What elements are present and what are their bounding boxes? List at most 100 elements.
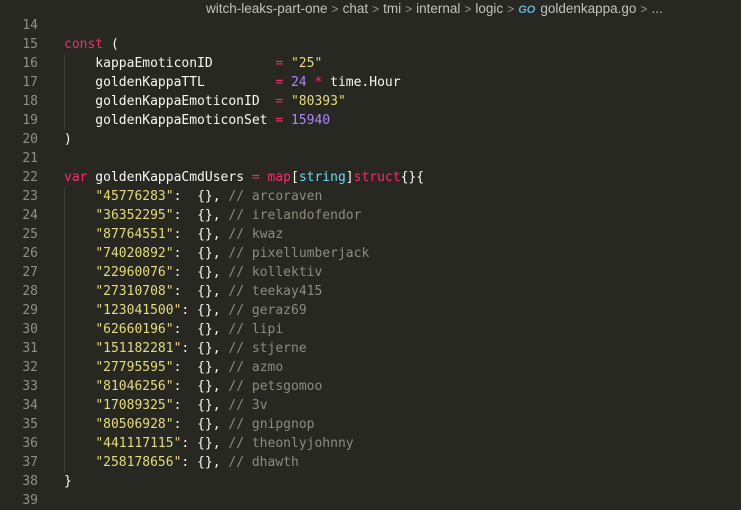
line-number: 35 [22, 417, 38, 432]
line-number: 30 [22, 322, 38, 337]
code-line[interactable]: 37 "258178656": {}, // dhawth [0, 453, 741, 472]
code-line[interactable]: 36 "441117115": {}, // theonlyjohnny [0, 434, 741, 453]
code-line[interactable]: 31 "151182281": {}, // stjerne [0, 339, 741, 358]
code-token: : {}, [173, 417, 229, 432]
code-text: "17089325": {}, // 3v [64, 396, 268, 415]
code-line[interactable]: 25 "87764551": {}, // kwaz [0, 225, 741, 244]
code-token: // 3v [228, 398, 268, 413]
code-line[interactable]: 21 [0, 149, 741, 168]
code-text: const ( [64, 35, 119, 54]
code-token: : {}, [173, 265, 229, 280]
line-number: 18 [22, 94, 38, 109]
line-number: 29 [22, 303, 38, 318]
code-text: "27795595": {}, // azmo [64, 358, 283, 377]
code-text: "258178656": {}, // dhawth [64, 453, 299, 472]
code-token: : {}, [173, 284, 229, 299]
code-line[interactable]: 20) [0, 130, 741, 149]
code-text: "81046256": {}, // petsgomoo [64, 377, 322, 396]
code-line[interactable]: 22 var goldenKappaCmdUsers = map[string]s… [0, 168, 741, 187]
code-line[interactable]: 39 [0, 491, 741, 510]
line-number: 22 [22, 170, 38, 185]
code-token: kappaEmoticonID [64, 56, 276, 71]
code-token: struct [353, 170, 401, 185]
line-number: 15 [22, 37, 38, 52]
code-token: : {}, [181, 341, 229, 356]
code-line[interactable]: 29 "123041500": {}, // geraz69 [0, 301, 741, 320]
code-text: "87764551": {}, // kwaz [64, 225, 283, 244]
code-text: "22960076": {}, // kollektiv [64, 263, 322, 282]
code-token: goldenKappaCmdUsers [87, 170, 252, 185]
code-text: "45776283": {}, // arcoraven [64, 187, 322, 206]
line-number: 19 [22, 113, 38, 128]
code-token: 15940 [290, 113, 331, 128]
code-token: "25" [290, 56, 323, 71]
line-number: 21 [22, 151, 38, 166]
code-token: "80393" [290, 94, 346, 109]
code-token: var [64, 170, 88, 185]
code-token: ] [345, 170, 354, 185]
line-number: 28 [22, 284, 38, 299]
code-line[interactable]: 38} [0, 472, 741, 491]
code-token: // gnipgnop [228, 417, 315, 432]
line-number: 20 [22, 132, 38, 147]
code-text: "80506928": {}, // gnipgnop [64, 415, 314, 434]
code-line[interactable]: 34 "17089325": {}, // 3v [0, 396, 741, 415]
line-number: 37 [22, 455, 38, 470]
code-token: // dhawth [228, 455, 299, 470]
code-token: } [64, 474, 72, 489]
code-line[interactable]: 19 goldenKappaEmoticonSet = 15940 [0, 111, 741, 130]
code-text: "123041500": {}, // geraz69 [64, 301, 306, 320]
code-token: "27795595" [95, 360, 174, 375]
code-token: [ [291, 170, 299, 185]
code-token: "258178656" [95, 455, 182, 470]
code-line[interactable]: 15 const ( [0, 35, 741, 54]
code-token: : {}, [173, 246, 229, 261]
code-line[interactable]: 28 "27310708": {}, // teekay415 [0, 282, 741, 301]
code-token: "87764551" [95, 227, 174, 242]
code-line[interactable]: 14 [0, 16, 741, 35]
code-token: "62660196" [95, 322, 174, 337]
code-token: {}{ [400, 170, 425, 185]
code-token: // arcoraven [228, 189, 323, 204]
code-line[interactable]: 18 goldenKappaEmoticonID = "80393" [0, 92, 741, 111]
code-token: // theonlyjohnny [228, 436, 354, 451]
code-line[interactable]: 23 "45776283": {}, // arcoraven [0, 187, 741, 206]
code-line[interactable]: 17 goldenKappaTTL = 24 * time.Hour [0, 73, 741, 92]
code-line[interactable]: 35 "80506928": {}, // gnipgnop [0, 415, 741, 434]
code-line[interactable]: 32 "27795595": {}, // azmo [0, 358, 741, 377]
code-token: : {}, [181, 455, 229, 470]
code-text: goldenKappaEmoticonSet = 15940 [64, 111, 330, 130]
code-token: "22960076" [95, 265, 174, 280]
code-line[interactable]: 26 "74020892": {}, // pixellumberjack [0, 244, 741, 263]
code-token: goldenKappaEmoticonID [64, 94, 276, 109]
line-number: 25 [22, 227, 38, 242]
code-line[interactable]: 30 "62660196": {}, // lipi [0, 320, 741, 339]
code-line[interactable]: 24 "36352295": {}, // irelandofendor [0, 206, 741, 225]
line-number: 27 [22, 265, 38, 280]
code-token: "74020892" [95, 246, 174, 261]
code-line[interactable]: 16 kappaEmoticonID = "25" [0, 54, 741, 73]
code-token: "45776283" [95, 189, 174, 204]
code-token: : {}, [173, 398, 229, 413]
code-line[interactable]: 27 "22960076": {}, // kollektiv [0, 263, 741, 282]
line-number: 17 [22, 75, 38, 90]
code-line[interactable]: 33 "81046256": {}, // petsgomoo [0, 377, 741, 396]
line-number: 33 [22, 379, 38, 394]
code-token: : {}, [173, 189, 229, 204]
code-token: "27310708" [95, 284, 174, 299]
code-token: goldenKappaTTL [64, 75, 276, 90]
code-token: string [298, 170, 346, 185]
line-number: 31 [22, 341, 38, 356]
